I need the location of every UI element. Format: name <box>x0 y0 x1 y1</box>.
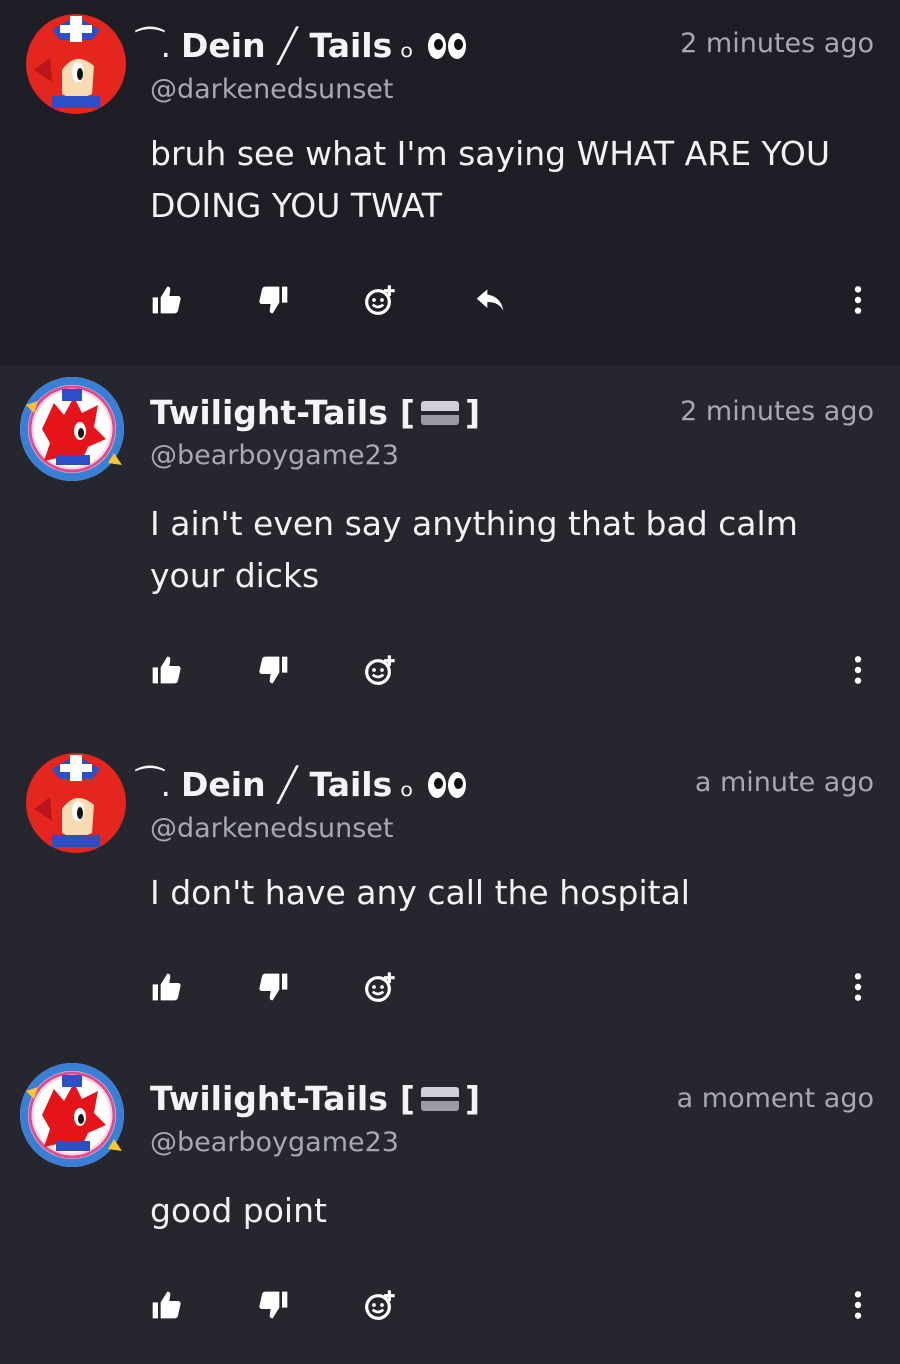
comment-text: bruh see what I'm saying WHAT ARE YOU DO… <box>150 134 831 225</box>
dislike-button[interactable] <box>254 280 294 320</box>
like-button[interactable] <box>146 967 186 1007</box>
author-name-first: Dein <box>180 26 266 65</box>
author-name[interactable]: Twilight-Tails [ ] <box>150 1079 480 1118</box>
reply-arrow-icon <box>476 289 504 311</box>
author-name-suffix: ₒ <box>400 26 414 65</box>
author-name-text: Twilight-Tails <box>150 1079 388 1118</box>
comment-item: Twilight-Tails [ ] @bearboygame23 2 minu… <box>0 365 900 725</box>
author-name-prefix: ͡ . <box>150 26 171 65</box>
add-reaction-icon <box>365 285 395 315</box>
thumbs-up-icon <box>152 656 181 684</box>
comment-timestamp: a minute ago <box>694 767 874 798</box>
author-name-text: Twilight-Tails <box>150 393 388 432</box>
author-badge-open: [ <box>399 393 415 432</box>
author-name-second: Tails <box>309 765 393 804</box>
kebab-menu-icon <box>854 656 862 684</box>
dislike-button[interactable] <box>254 1285 294 1325</box>
author-name-second: Tails <box>309 26 393 65</box>
comment-actions <box>0 280 900 320</box>
author-badge-close: ] <box>464 1079 481 1118</box>
eyes-emoji-icon <box>427 32 468 59</box>
thumbs-up-icon <box>152 1291 181 1319</box>
add-reaction-icon <box>365 655 395 685</box>
author-name-prefix: ͡ . <box>150 765 171 804</box>
thumbs-down-icon <box>259 286 288 314</box>
author-handle[interactable]: @darkenedsunset <box>150 813 394 844</box>
author-name[interactable]: ͡ . Dein ╱ Tails ₒ <box>150 765 468 804</box>
like-button[interactable] <box>146 650 186 690</box>
author-handle[interactable]: @darkenedsunset <box>150 74 394 105</box>
eyes-emoji-icon <box>427 771 468 798</box>
author-name-separator: ╱ <box>277 765 298 804</box>
more-options-button[interactable] <box>838 650 878 690</box>
flag-badge-icon <box>420 400 459 425</box>
like-button[interactable] <box>146 280 186 320</box>
author-badge-open: [ <box>399 1079 415 1118</box>
author-name[interactable]: ͡ . Dein ╱ Tails ₒ <box>150 26 468 65</box>
comment-text: I ain't even say anything that bad calm … <box>150 504 798 595</box>
thumbs-down-icon <box>259 973 288 1001</box>
comment-actions <box>0 1285 900 1325</box>
comment-actions <box>0 650 900 690</box>
comment-item: ͡ . Dein ╱ Tails ₒ @darkenedsunset a min… <box>0 725 900 1045</box>
like-button[interactable] <box>146 1285 186 1325</box>
thumbs-up-icon <box>152 973 181 1001</box>
add-reaction-button[interactable] <box>360 280 400 320</box>
author-handle[interactable]: @bearboygame23 <box>150 1127 399 1158</box>
thumbs-down-icon <box>259 1291 288 1319</box>
author-name-suffix: ₒ <box>400 765 414 804</box>
dislike-button[interactable] <box>254 967 294 1007</box>
comment-item: Twilight-Tails [ ] @bearboygame23 a mome… <box>0 1045 900 1364</box>
comment-timestamp: 2 minutes ago <box>680 28 874 59</box>
avatar[interactable] <box>22 10 130 118</box>
comment-item: ͡ . Dein ╱ Tails ₒ @darkenedsunset 2 min… <box>0 0 900 365</box>
author-name-separator: ╱ <box>277 26 298 65</box>
add-reaction-icon <box>365 972 395 1002</box>
comment-timestamp: 2 minutes ago <box>680 396 874 427</box>
add-reaction-button[interactable] <box>360 967 400 1007</box>
author-name[interactable]: Twilight-Tails [ ] <box>150 393 480 432</box>
comment-text: I don't have any call the hospital <box>150 873 690 912</box>
kebab-menu-icon <box>854 286 862 314</box>
kebab-menu-icon <box>854 1291 862 1319</box>
author-name-first: Dein <box>180 765 266 804</box>
author-badge-close: ] <box>464 393 481 432</box>
avatar[interactable] <box>22 749 130 857</box>
kebab-menu-icon <box>854 973 862 1001</box>
comment-feed: ͡ . Dein ╱ Tails ₒ @darkenedsunset 2 min… <box>0 0 900 1364</box>
comment-actions <box>0 967 900 1007</box>
thumbs-up-icon <box>152 286 181 314</box>
author-handle[interactable]: @bearboygame23 <box>150 440 399 471</box>
add-reaction-icon <box>365 1290 395 1320</box>
avatar[interactable] <box>18 1061 126 1169</box>
more-options-button[interactable] <box>838 280 878 320</box>
add-reaction-button[interactable] <box>360 650 400 690</box>
reply-button[interactable] <box>470 280 510 320</box>
dislike-button[interactable] <box>254 650 294 690</box>
add-reaction-button[interactable] <box>360 1285 400 1325</box>
more-options-button[interactable] <box>838 967 878 1007</box>
more-options-button[interactable] <box>838 1285 878 1325</box>
thumbs-down-icon <box>259 656 288 684</box>
comment-text: good point <box>150 1191 327 1230</box>
avatar[interactable] <box>18 375 126 483</box>
comment-timestamp: a moment ago <box>676 1083 874 1114</box>
flag-badge-icon <box>420 1086 459 1111</box>
